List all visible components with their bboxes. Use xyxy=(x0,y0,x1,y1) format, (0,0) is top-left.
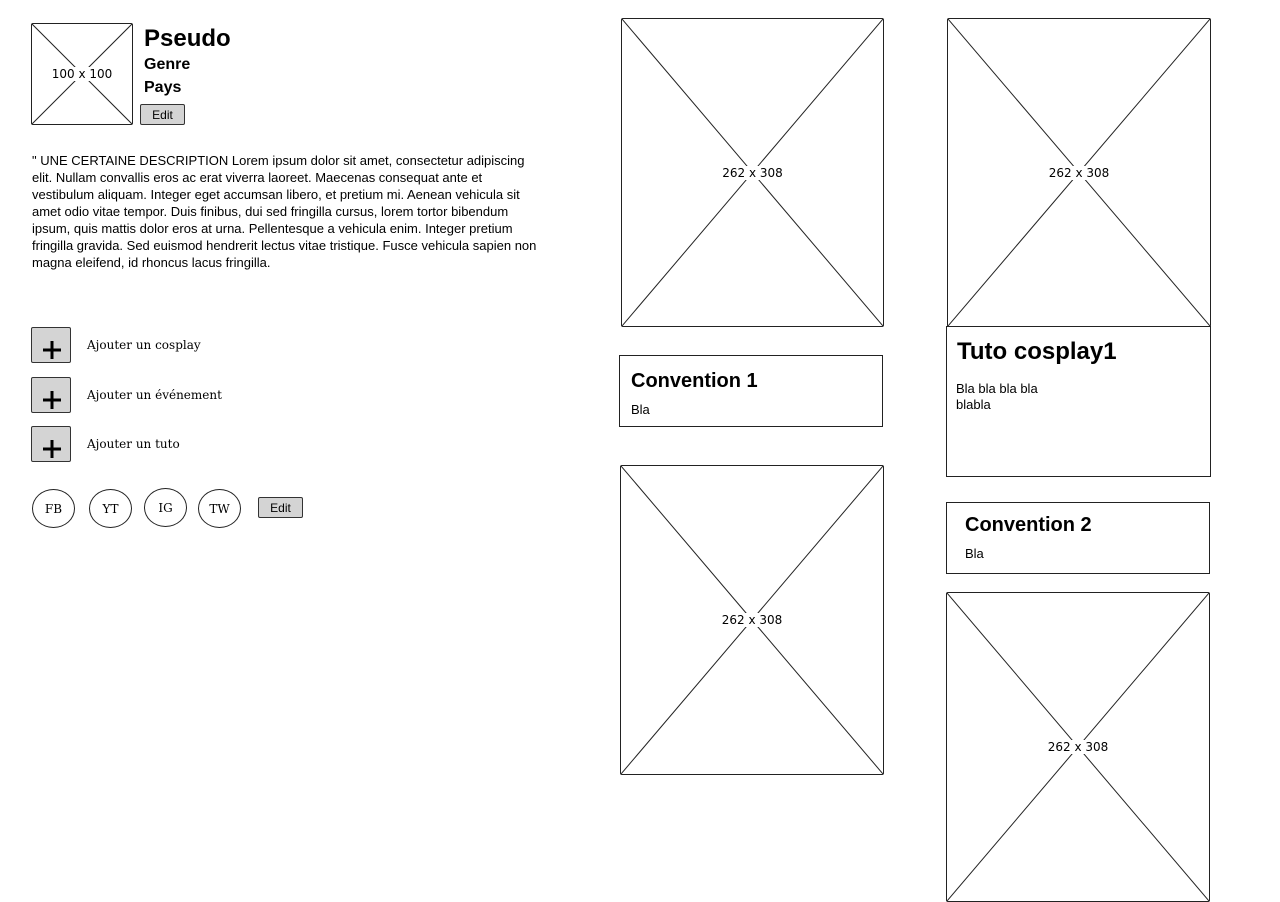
convention-card-2[interactable]: Convention 2 Bla xyxy=(946,502,1210,574)
cosplay-image-3[interactable]: 262 x 308 xyxy=(946,592,1210,902)
edit-profile-button[interactable]: Edit xyxy=(140,104,185,125)
add-event-label[interactable]: Ajouter un événement xyxy=(87,388,222,402)
plus-icon xyxy=(43,391,61,409)
image-size-label: 262 x 308 xyxy=(1045,740,1111,754)
genre-label: Genre xyxy=(144,56,191,73)
cosplay-image-2[interactable]: 262 x 308 xyxy=(620,465,884,775)
tuto-title: Tuto cosplay1 xyxy=(957,338,1117,365)
convention-title: Convention 1 xyxy=(631,370,758,392)
add-cosplay-label[interactable]: Ajouter un cosplay xyxy=(87,338,201,352)
image-size-label: 262 x 308 xyxy=(719,613,785,627)
add-tuto-row[interactable]: Ajouter un tuto xyxy=(31,425,180,463)
convention-card-1[interactable]: Convention 1 Bla xyxy=(619,355,883,427)
cosplay-image-1[interactable]: 262 x 308 xyxy=(621,18,884,327)
twitter-link[interactable]: TW xyxy=(198,489,241,528)
avatar-placeholder: 100 x 100 xyxy=(31,23,133,125)
add-cosplay-row[interactable]: Ajouter un cosplay xyxy=(31,326,201,364)
instagram-link[interactable]: IG xyxy=(144,488,187,527)
add-cosplay-button[interactable] xyxy=(31,327,71,363)
convention-text: Bla xyxy=(965,546,984,561)
image-size-label: 262 x 308 xyxy=(720,165,785,180)
image-size-label: 262 x 308 xyxy=(1046,165,1112,180)
avatar-size-label: 100 x 100 xyxy=(49,67,115,81)
pays-label: Pays xyxy=(144,79,182,96)
plus-icon xyxy=(43,440,61,458)
tuto-text-line1: Bla bla bla bla xyxy=(956,381,1038,396)
plus-icon xyxy=(43,341,61,359)
add-event-row[interactable]: Ajouter un événement xyxy=(31,376,222,414)
convention-text: Bla xyxy=(631,402,650,417)
convention-title: Convention 2 xyxy=(965,514,1092,536)
profile-description: " UNE CERTAINE DESCRIPTION Lorem ipsum d… xyxy=(32,153,537,270)
add-tuto-label[interactable]: Ajouter un tuto xyxy=(87,437,180,451)
add-event-button[interactable] xyxy=(31,377,71,413)
tuto-image-1[interactable]: 262 x 308 xyxy=(947,18,1211,327)
tuto-card-1[interactable]: Tuto cosplay1 Bla bla bla bla blabla xyxy=(946,326,1211,477)
tuto-text-line2: blabla xyxy=(956,397,991,412)
edit-social-button[interactable]: Edit xyxy=(258,497,303,518)
pseudo-title: Pseudo xyxy=(144,25,231,52)
facebook-link[interactable]: FB xyxy=(32,489,75,528)
add-tuto-button[interactable] xyxy=(31,426,71,462)
youtube-link[interactable]: YT xyxy=(89,489,132,528)
